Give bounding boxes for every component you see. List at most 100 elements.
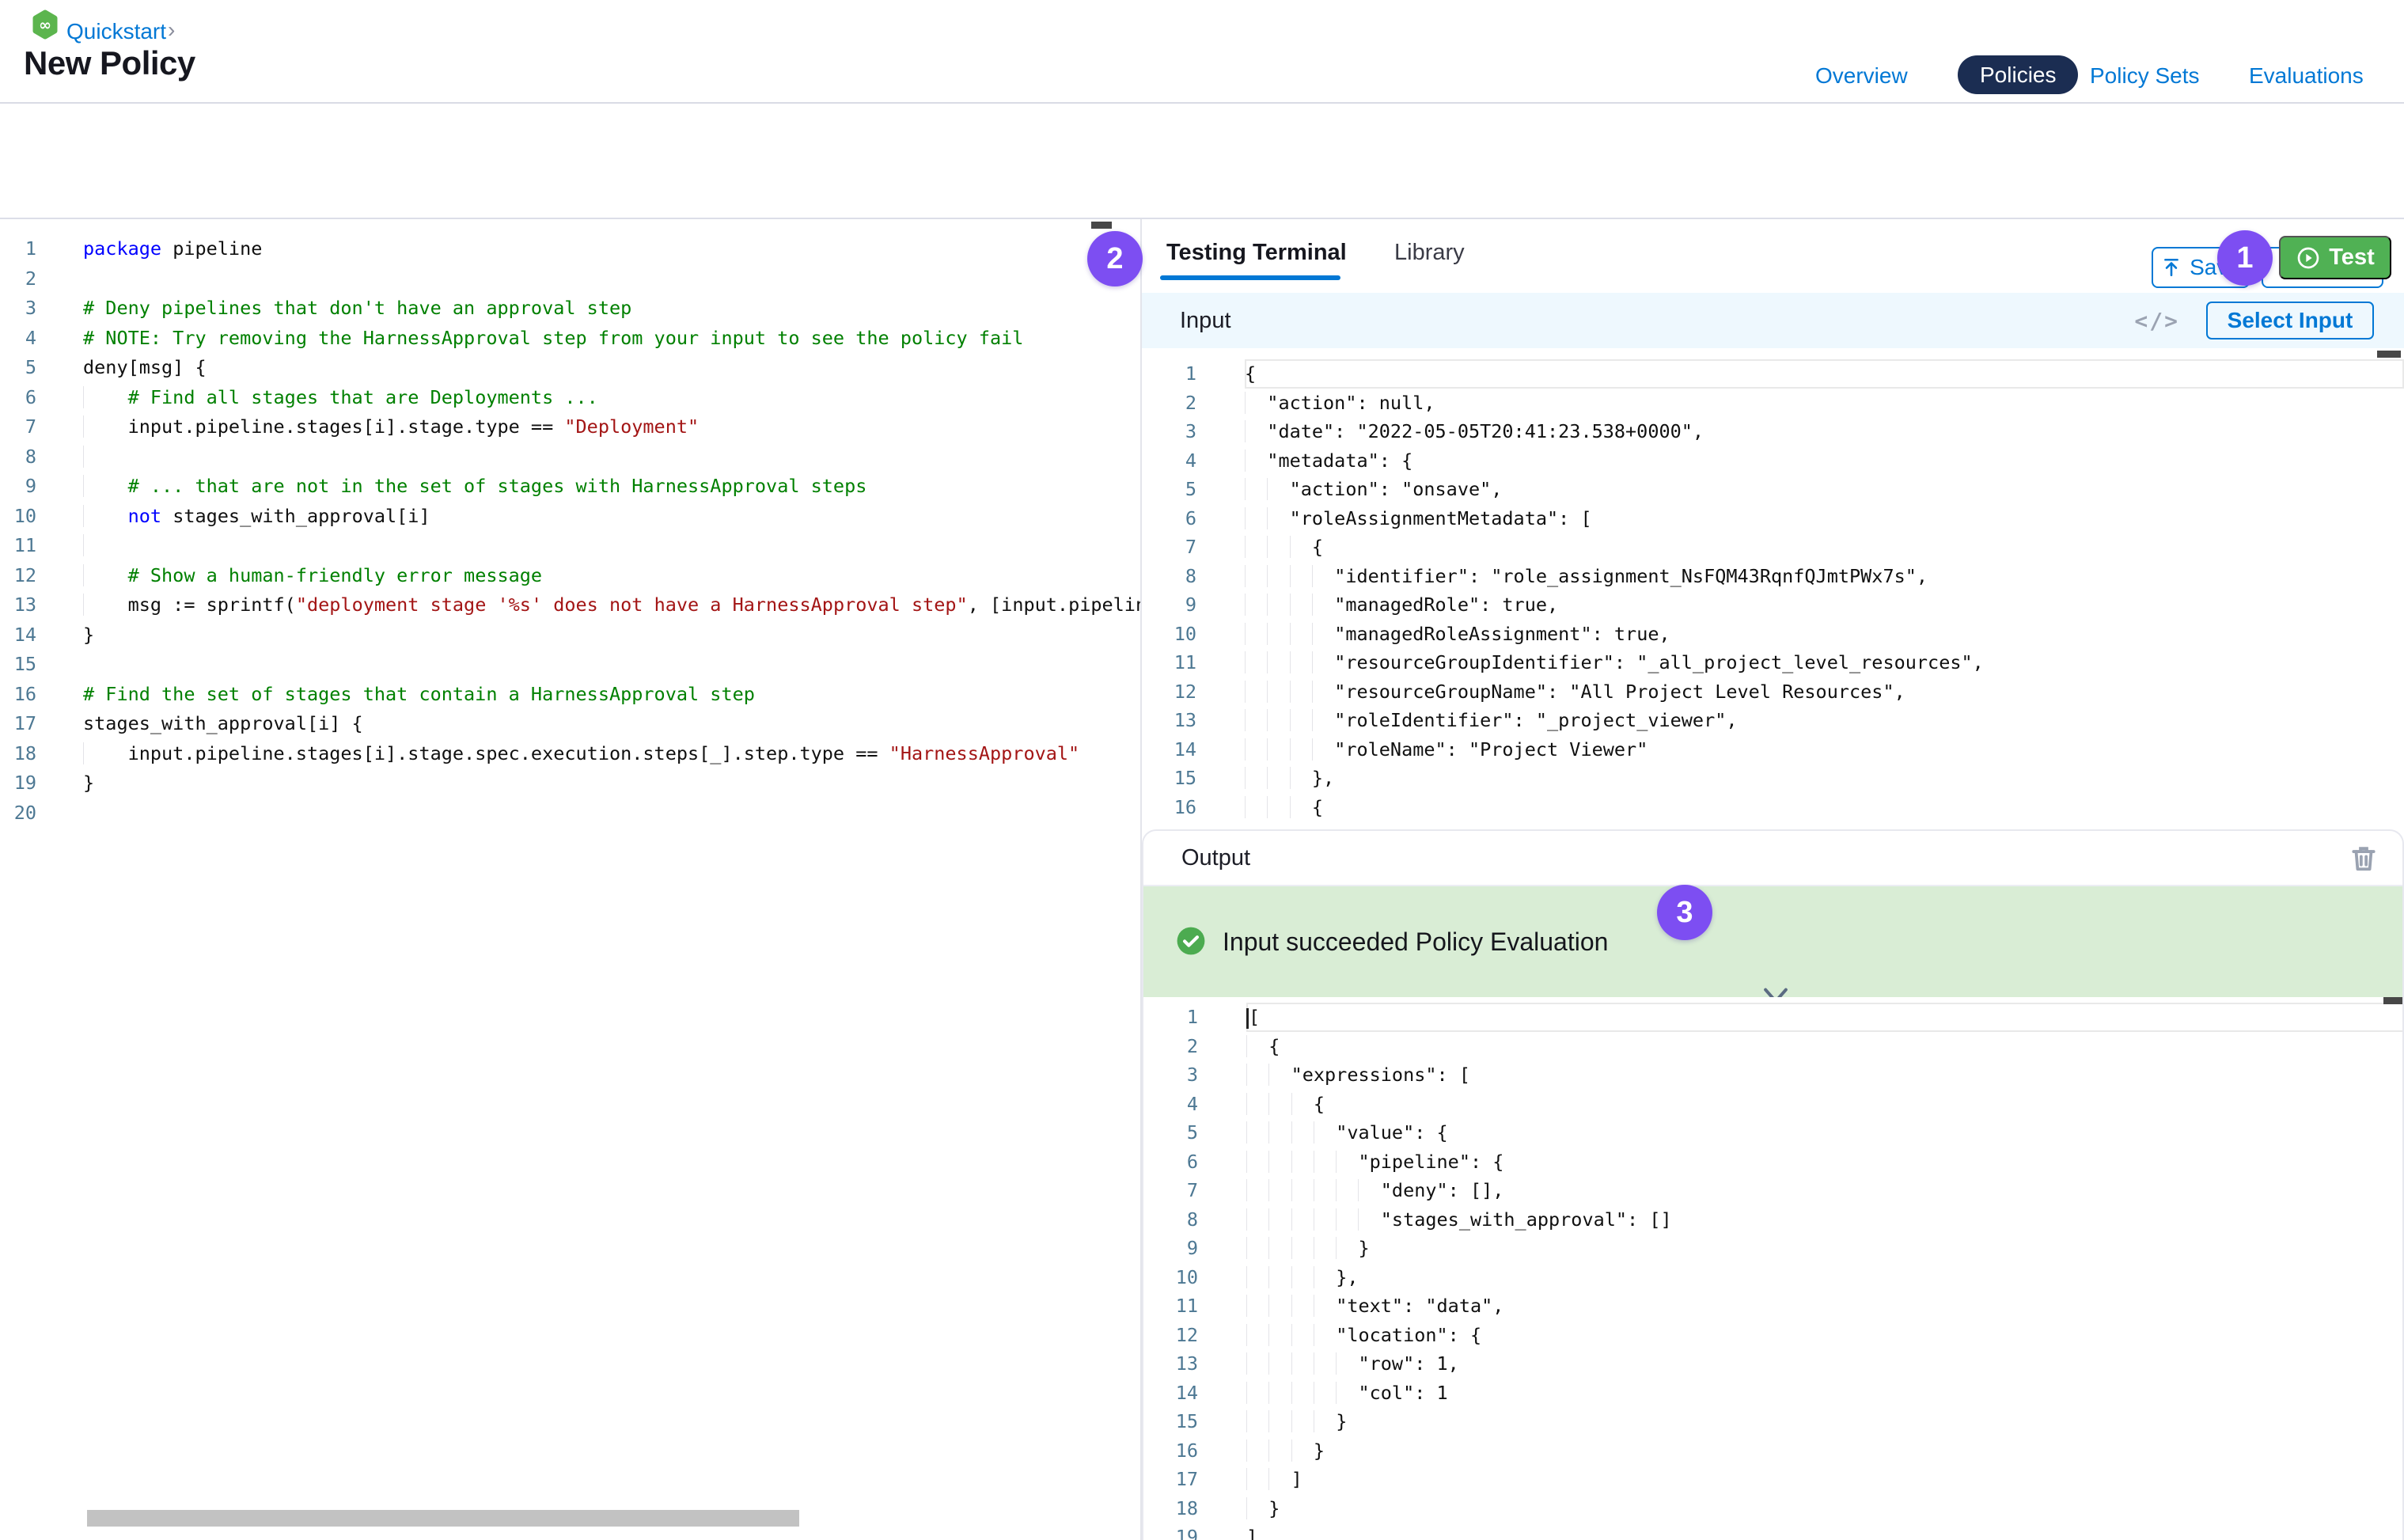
- code-line[interactable]: 2: [0, 264, 1140, 294]
- policy-code-editor[interactable]: 1package pipeline23# Deny pipelines that…: [0, 219, 1140, 1540]
- indent-guide: [83, 415, 128, 438]
- code-line[interactable]: 15: [0, 650, 1140, 680]
- code-line[interactable]: 10 not stages_with_approval[i]: [0, 502, 1140, 532]
- editor-scroll-indicator[interactable]: [1091, 222, 1112, 229]
- code-line[interactable]: 6 "roleAssignmentMetadata": [: [1142, 504, 2404, 533]
- breadcrumb[interactable]: Quickstart: [66, 19, 166, 44]
- line-number: 9: [1143, 1234, 1198, 1263]
- code-line[interactable]: 19]: [1143, 1523, 2404, 1540]
- indent-guide: [1314, 1410, 1336, 1432]
- code-line[interactable]: 9 "managedRole": true,: [1142, 590, 2404, 620]
- code-line[interactable]: 7 {: [1142, 533, 2404, 562]
- code-line[interactable]: 4 {: [1143, 1090, 2404, 1119]
- harness-logo[interactable]: ∞: [30, 9, 60, 40]
- tab-testing-terminal[interactable]: Testing Terminal: [1166, 240, 1347, 266]
- code-line[interactable]: 12 "location": {: [1143, 1321, 2404, 1350]
- code-line[interactable]: 18 input.pipeline.stages[i].stage.spec.e…: [0, 739, 1140, 769]
- code-line[interactable]: 3# Deny pipelines that don't have an app…: [0, 294, 1140, 324]
- input-section-header: Input </> Select Input: [1142, 293, 2404, 348]
- code-line[interactable]: 5deny[msg] {: [0, 353, 1140, 383]
- select-input-button[interactable]: Select Input: [2206, 302, 2374, 339]
- code-icon[interactable]: </>: [2134, 308, 2179, 334]
- editor-scroll-indicator[interactable]: [2377, 351, 2401, 358]
- indent-guide: [1358, 1208, 1380, 1231]
- code-line[interactable]: 6 # Find all stages that are Deployments…: [0, 383, 1140, 413]
- code-line[interactable]: 5 "value": {: [1143, 1118, 2404, 1147]
- nav-tab-policy-sets[interactable]: Policy Sets: [2090, 63, 2200, 89]
- code-line[interactable]: 5 "action": "onsave",: [1142, 475, 2404, 504]
- code-line[interactable]: 8: [0, 442, 1140, 472]
- code-line[interactable]: 15 },: [1142, 764, 2404, 793]
- indent-guide: [1268, 1295, 1291, 1317]
- line-number: 16: [1143, 1436, 1198, 1466]
- line-number: 7: [0, 412, 36, 442]
- line-number: 2: [1142, 389, 1196, 418]
- code-line[interactable]: 1package pipeline: [0, 234, 1140, 264]
- code-line[interactable]: 9 }: [1143, 1234, 2404, 1263]
- indent-guide: [1290, 796, 1312, 818]
- code-line[interactable]: 13 msg := sprintf("deployment stage '%s'…: [0, 590, 1140, 620]
- indent-guide: [1290, 536, 1312, 558]
- code-line[interactable]: 11 "text": "data",: [1143, 1292, 2404, 1321]
- code-line[interactable]: 14 "roleName": "Project Viewer": [1142, 735, 2404, 764]
- code-line[interactable]: 12 # Show a human-friendly error message: [0, 561, 1140, 591]
- code-line[interactable]: 11 "resourceGroupIdentifier": "_all_proj…: [1142, 648, 2404, 677]
- code-line[interactable]: 18 }: [1143, 1494, 2404, 1523]
- code-line[interactable]: 16 }: [1143, 1436, 2404, 1466]
- code-line[interactable]: 6 "pipeline": {: [1143, 1147, 2404, 1177]
- test-button[interactable]: Test: [2279, 236, 2391, 279]
- code-line[interactable]: 17 ]: [1143, 1465, 2404, 1494]
- code-line[interactable]: 1{: [1142, 359, 2404, 389]
- evaluation-success-banner[interactable]: Input succeeded Policy Evaluation: [1143, 886, 2402, 997]
- code-line[interactable]: 1[: [1143, 1003, 2404, 1032]
- indent-guide: [1246, 1151, 1268, 1173]
- code-line[interactable]: 7 input.pipeline.stages[i].stage.type ==…: [0, 412, 1140, 442]
- input-json-editor[interactable]: 1{2 "action": null,3 "date": "2022-05-05…: [1142, 348, 2404, 829]
- indent-guide: [1291, 1208, 1314, 1231]
- code-line[interactable]: 14 "col": 1: [1143, 1379, 2404, 1408]
- code-line[interactable]: 10 },: [1143, 1263, 2404, 1292]
- evaluation-status-text: Input succeeded Policy Evaluation: [1223, 927, 1608, 957]
- indent-guide: [1291, 1324, 1314, 1346]
- horizontal-scrollbar[interactable]: [87, 1510, 799, 1527]
- code-line[interactable]: 4# NOTE: Try removing the HarnessApprova…: [0, 324, 1140, 354]
- line-number: 14: [1143, 1379, 1198, 1408]
- code-line[interactable]: 9 # ... that are not in the set of stage…: [0, 472, 1140, 502]
- nav-tab-policies[interactable]: Policies: [1958, 55, 2078, 94]
- code-line[interactable]: 10 "managedRoleAssignment": true,: [1142, 620, 2404, 649]
- code-line[interactable]: 13 "row": 1,: [1143, 1349, 2404, 1379]
- code-line[interactable]: 8 "identifier": "role_assignment_NsFQM43…: [1142, 562, 2404, 591]
- code-line[interactable]: 13 "roleIdentifier": "_project_viewer",: [1142, 706, 2404, 735]
- code-line[interactable]: 3 "expressions": [: [1143, 1060, 2404, 1090]
- line-number: 16: [0, 680, 36, 710]
- indent-guide: [1267, 738, 1289, 761]
- indent-guide: [1291, 1382, 1314, 1404]
- output-json-editor[interactable]: 1[2 {3 "expressions": [4 {5 "value": {6 …: [1143, 997, 2404, 1540]
- code-line[interactable]: 2 {: [1143, 1032, 2404, 1061]
- code-line[interactable]: 20: [0, 798, 1140, 829]
- editor-scroll-indicator[interactable]: [2383, 997, 2402, 1004]
- code-line[interactable]: 2 "action": null,: [1142, 389, 2404, 418]
- nav-tab-overview[interactable]: Overview: [1815, 63, 1908, 89]
- code-line[interactable]: 19}: [0, 768, 1140, 798]
- code-line[interactable]: 4 "metadata": {: [1142, 446, 2404, 476]
- trash-icon[interactable]: [2349, 843, 2379, 873]
- indent-guide: [1246, 1064, 1268, 1086]
- code-line[interactable]: 8 "stages_with_approval": []: [1143, 1205, 2404, 1235]
- line-number: 9: [1142, 590, 1196, 620]
- tab-library[interactable]: Library: [1394, 240, 1465, 266]
- code-line[interactable]: 14}: [0, 620, 1140, 651]
- line-number: 10: [1142, 620, 1196, 649]
- nav-tab-evaluations[interactable]: Evaluations: [2249, 63, 2364, 89]
- output-section-header: Output: [1143, 831, 2402, 886]
- code-line[interactable]: 3 "date": "2022-05-05T20:41:23.538+0000"…: [1142, 417, 2404, 446]
- code-line[interactable]: 15 }: [1143, 1407, 2404, 1436]
- code-line[interactable]: 12 "resourceGroupName": "All Project Lev…: [1142, 677, 2404, 707]
- code-line[interactable]: 17stages_with_approval[i] {: [0, 709, 1140, 739]
- code-line[interactable]: 16 {: [1142, 793, 2404, 822]
- code-line[interactable]: 7 "deny": [],: [1143, 1176, 2404, 1205]
- code-line[interactable]: 11: [0, 531, 1140, 561]
- indent-guide: [1267, 623, 1289, 645]
- page-title: New Policy: [24, 44, 195, 82]
- code-line[interactable]: 16# Find the set of stages that contain …: [0, 680, 1140, 710]
